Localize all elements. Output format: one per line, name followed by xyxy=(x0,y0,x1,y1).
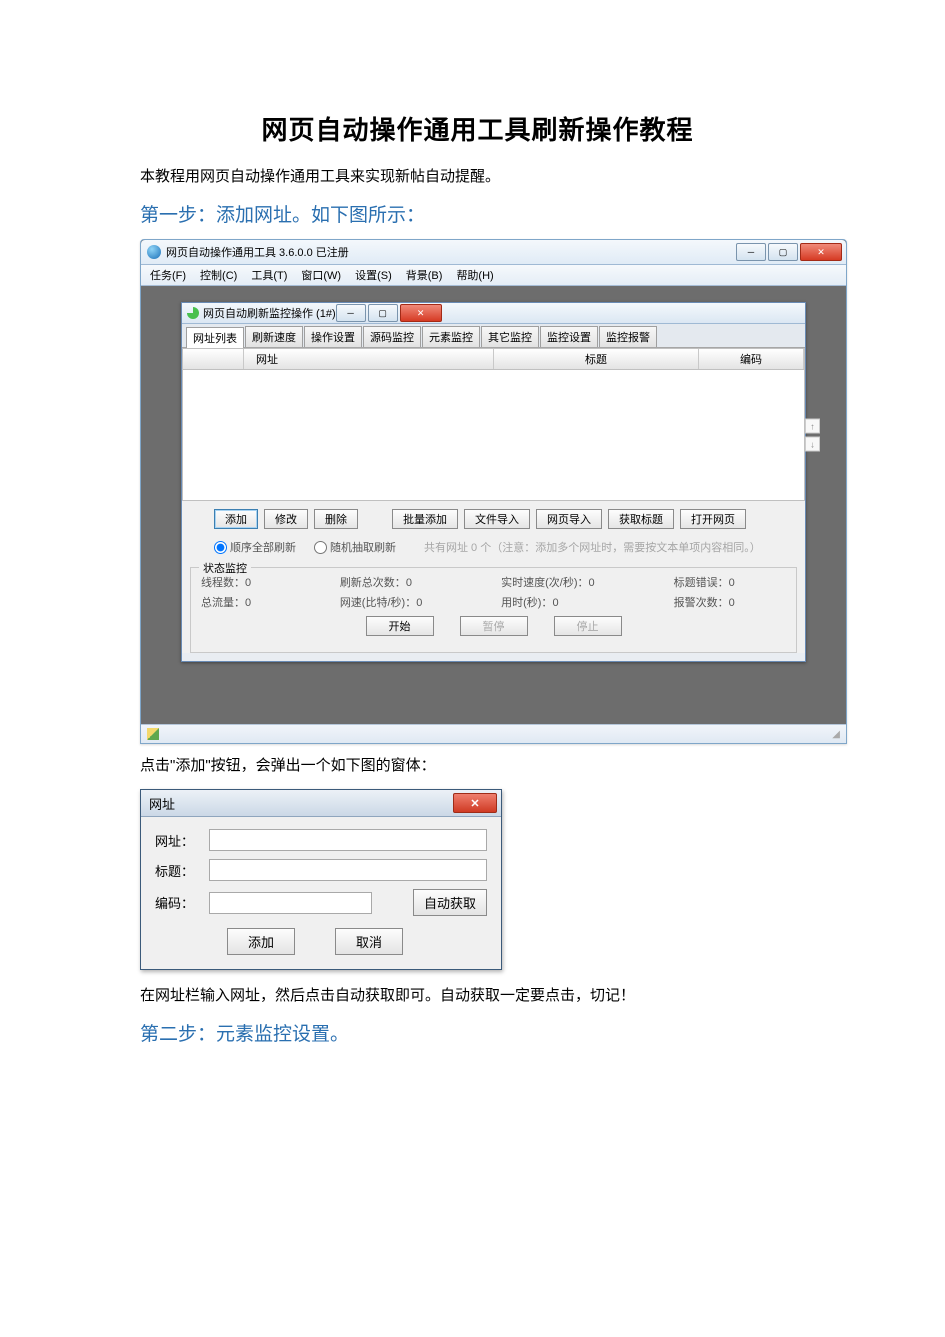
edit-button[interactable]: 修改 xyxy=(264,509,308,529)
menu-help[interactable]: 帮助(H) xyxy=(451,265,498,285)
app-title: 网页自动操作通用工具 3.6.0.0 已注册 xyxy=(166,244,349,260)
minimize-button[interactable]: ─ xyxy=(736,243,766,261)
after-dialog-text: 在网址栏输入网址，然后点击自动获取即可。自动获取一定要点击，切记！ xyxy=(140,984,815,1005)
dialog-title-text: 网址 xyxy=(149,794,175,813)
sequential-radio[interactable]: 顺序全部刷新 xyxy=(214,539,296,555)
threads-label: 线程数： xyxy=(201,577,245,589)
app-icon xyxy=(147,245,161,259)
net-label: 网速(比特/秒)： xyxy=(340,597,416,609)
get-title-button[interactable]: 获取标题 xyxy=(608,509,674,529)
tab-source-monitor[interactable]: 源码监控 xyxy=(363,326,421,347)
tab-url-list[interactable]: 网址列表 xyxy=(186,327,244,348)
column-url: 网址 xyxy=(244,349,494,369)
web-import-button[interactable]: 网页导入 xyxy=(536,509,602,529)
child-minimize-button[interactable]: ─ xyxy=(336,304,366,322)
tab-panel: 网址 标题 编码 ↑ ↓ 添加 修改 删除 xyxy=(182,348,805,653)
random-radio[interactable]: 随机抽取刷新 xyxy=(314,539,396,555)
open-page-button[interactable]: 打开网页 xyxy=(680,509,746,529)
time-value: 0 xyxy=(552,597,558,609)
step2-heading: 第二步：元素监控设置。 xyxy=(140,1019,815,1046)
add-button[interactable]: 添加 xyxy=(214,509,258,529)
traffic-label: 总流量： xyxy=(201,597,245,609)
threads-value: 0 xyxy=(245,577,251,589)
encoding-input[interactable] xyxy=(209,892,372,914)
menu-tools[interactable]: 工具(T) xyxy=(246,265,292,285)
document-intro: 本教程用网页自动操作通用工具来实现新帖自动提醒。 xyxy=(140,165,815,186)
dialog-close-button[interactable]: ✕ xyxy=(453,793,497,813)
child-window: 网页自动刷新监控操作 (1#) ─ ▢ ✕ 网址列表 刷新速度 操作设置 源码监… xyxy=(181,302,806,662)
net-value: 0 xyxy=(416,597,422,609)
delete-button[interactable]: 删除 xyxy=(314,509,358,529)
menu-file[interactable]: 任务(F) xyxy=(145,265,191,285)
tab-monitor-settings[interactable]: 监控设置 xyxy=(540,326,598,347)
edit-icon xyxy=(147,728,159,740)
tabstrip: 网址列表 刷新速度 操作设置 源码监控 元素监控 其它监控 监控设置 监控报警 xyxy=(182,324,805,348)
refresh-mode-row: 顺序全部刷新 随机抽取刷新 共有网址 0 个（注意：添加多个网址时，需要按文本单… xyxy=(182,535,805,561)
file-import-button[interactable]: 文件导入 xyxy=(464,509,530,529)
tab-refresh-speed[interactable]: 刷新速度 xyxy=(245,326,303,347)
pause-button[interactable]: 暂停 xyxy=(460,616,528,636)
tab-monitor-alert[interactable]: 监控报警 xyxy=(599,326,657,347)
total-refresh-label: 刷新总次数： xyxy=(340,577,406,589)
title-err-value: 0 xyxy=(729,577,735,589)
child-title-text: 网页自动刷新监控操作 (1#) xyxy=(203,305,336,321)
menu-window[interactable]: 窗口(W) xyxy=(296,265,346,285)
speed-value: 0 xyxy=(589,577,595,589)
dialog-add-button[interactable]: 添加 xyxy=(227,928,295,955)
menubar: 任务(F) 控制(C) 工具(T) 窗口(W) 设置(S) 背景(B) 帮助(H… xyxy=(141,265,846,286)
alert-value: 0 xyxy=(729,597,735,609)
move-up-button[interactable]: ↑ xyxy=(805,419,820,434)
title-err-label: 标题错误： xyxy=(674,577,729,589)
maximize-button[interactable]: ▢ xyxy=(768,243,798,261)
statusbar: ◢ xyxy=(141,724,846,743)
child-close-button[interactable]: ✕ xyxy=(400,304,442,322)
move-down-button[interactable]: ↓ xyxy=(805,437,820,452)
url-count-hint: 共有网址 0 个（注意：添加多个网址时，需要按文本单项内容相同。） xyxy=(424,539,761,555)
batch-add-button[interactable]: 批量添加 xyxy=(392,509,458,529)
url-label: 网址： xyxy=(155,831,203,850)
close-button[interactable]: ✕ xyxy=(800,243,842,261)
encoding-label: 编码： xyxy=(155,893,203,912)
menu-settings[interactable]: 设置(S) xyxy=(350,265,397,285)
resize-grip-icon[interactable]: ◢ xyxy=(832,729,840,740)
tab-operation[interactable]: 操作设置 xyxy=(304,326,362,347)
child-titlebar: 网页自动刷新监控操作 (1#) ─ ▢ ✕ xyxy=(182,303,805,324)
column-title: 标题 xyxy=(494,349,699,369)
total-refresh-value: 0 xyxy=(406,577,412,589)
stop-button[interactable]: 停止 xyxy=(554,616,622,636)
titlebar: 网页自动操作通用工具 3.6.0.0 已注册 ─ ▢ ✕ xyxy=(141,240,846,265)
tab-element-monitor[interactable]: 元素监控 xyxy=(422,326,480,347)
column-encoding: 编码 xyxy=(699,349,804,369)
traffic-value: 0 xyxy=(245,597,251,609)
tab-other-monitor[interactable]: 其它监控 xyxy=(481,326,539,347)
child-maximize-button[interactable]: ▢ xyxy=(368,304,398,322)
url-list-header: 网址 标题 编码 xyxy=(182,348,805,370)
speed-label: 实时速度(次/秒)： xyxy=(501,577,588,589)
button-row: 添加 修改 删除 批量添加 文件导入 网页导入 获取标题 打开网页 xyxy=(182,501,805,535)
step1-heading: 第一步：添加网址。如下图所示： xyxy=(140,200,815,227)
dialog-titlebar: 网址 ✕ xyxy=(141,790,501,817)
dialog-cancel-button[interactable]: 取消 xyxy=(335,928,403,955)
time-label: 用时(秒)： xyxy=(501,597,552,609)
auto-get-button[interactable]: 自动获取 xyxy=(413,889,487,916)
url-list-body[interactable]: ↑ ↓ xyxy=(182,370,805,501)
title-label: 标题： xyxy=(155,861,203,880)
app-window: 网页自动操作通用工具 3.6.0.0 已注册 ─ ▢ ✕ 任务(F) 控制(C)… xyxy=(140,239,847,744)
refresh-icon xyxy=(187,307,199,319)
title-input[interactable] xyxy=(209,859,487,881)
status-group: 状态监控 线程数：0 刷新总次数：0 实时速度(次/秒)：0 标题错误：0 总流… xyxy=(190,567,797,653)
document-title: 网页自动操作通用工具刷新操作教程 xyxy=(140,110,815,147)
menu-background[interactable]: 背景(B) xyxy=(401,265,448,285)
status-legend: 状态监控 xyxy=(199,560,251,576)
url-dialog: 网址 ✕ 网址： 标题： 编码： 自动获取 添加 取消 xyxy=(140,789,502,970)
click-add-text: 点击"添加"按钮，会弹出一个如下图的窗体： xyxy=(140,754,815,775)
alert-label: 报警次数： xyxy=(674,597,729,609)
menu-control[interactable]: 控制(C) xyxy=(195,265,242,285)
start-button[interactable]: 开始 xyxy=(366,616,434,636)
url-input[interactable] xyxy=(209,829,487,851)
